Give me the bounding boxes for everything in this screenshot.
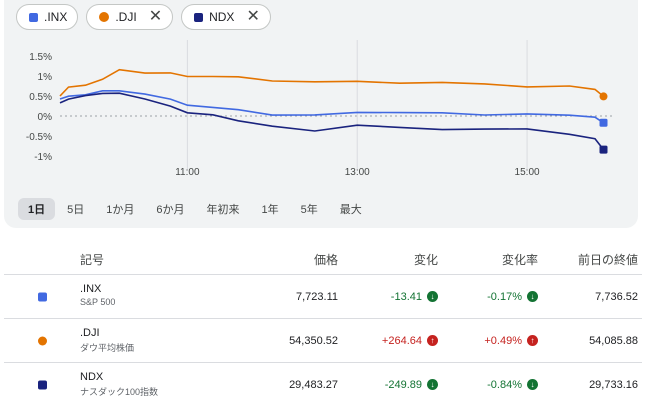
symbol-cell: .DJI ダウ平均株価 (4, 319, 237, 363)
range-selector: 1日 5日 1か月 6か月 年初来 1年 5年 最大 (18, 198, 374, 220)
change-cell: +264.64 ↑ (342, 319, 442, 363)
y-tick-label: 0% (38, 112, 53, 123)
price-cell: 29,483.27 (237, 363, 342, 406)
arrow-up-icon: ↑ (427, 335, 438, 346)
prev-close-cell: 29,733.16 (542, 363, 642, 406)
range-5d[interactable]: 5日 (57, 198, 94, 220)
y-tick-label: 1% (38, 72, 53, 83)
change-value: -249.89 (385, 379, 422, 391)
change-value: +264.64 (382, 335, 422, 347)
range-5y[interactable]: 5年 (291, 198, 328, 220)
price-chart[interactable]: 1.5% 1% 0.5% 0% -0.5% -1% 11:00 13:00 15:00 (0, 0, 648, 195)
range-max[interactable]: 最大 (330, 198, 372, 220)
symbol-name: .DJI (80, 327, 100, 339)
y-tick-label: -1% (34, 152, 52, 163)
series-end-marker (600, 92, 608, 100)
change-pct-cell: -0.84% ↓ (442, 363, 542, 406)
header-change: 変化 (342, 244, 442, 275)
change-pct-value: +0.49% (484, 335, 522, 347)
circle-marker-icon (38, 336, 47, 345)
symbol-name: .INX (80, 283, 101, 295)
series-end-marker (600, 146, 608, 154)
x-tick-label: 13:00 (345, 167, 370, 178)
change-value: -13.41 (391, 291, 422, 303)
series-line-dji (60, 70, 604, 97)
price-cell: 54,350.52 (237, 319, 342, 363)
change-cell: -13.41 ↓ (342, 275, 442, 319)
price-cell: 7,723.11 (237, 275, 342, 319)
y-tick-label: -0.5% (26, 132, 52, 143)
table-header-row: 記号 価格 変化 変化率 前日の終値 (4, 244, 642, 275)
table-row[interactable]: NDX ナスダック100指数 29,483.27 -249.89 ↓ -0.84%… (4, 363, 642, 406)
range-6m[interactable]: 6か月 (146, 198, 194, 220)
symbol-desc: ダウ平均株価 (80, 341, 134, 354)
symbol-cell: NDX ナスダック100指数 (4, 363, 237, 406)
table-row[interactable]: .INX S&P 500 7,723.11 -13.41 ↓ -0.17% ↓ 7,… (4, 275, 642, 319)
y-tick-label: 1.5% (29, 52, 52, 63)
header-symbol: 記号 (4, 244, 237, 275)
series-line-ndx (60, 93, 604, 149)
square-marker-icon (38, 380, 47, 389)
arrow-down-icon: ↓ (527, 379, 538, 390)
header-price: 価格 (237, 244, 342, 275)
change-pct-value: -0.84% (487, 379, 522, 391)
arrow-up-icon: ↑ (527, 335, 538, 346)
change-cell: -249.89 ↓ (342, 363, 442, 406)
change-pct-value: -0.17% (487, 291, 522, 303)
quotes-table: 記号 価格 変化 変化率 前日の終値 .INX S&P 500 7,723.11… (4, 244, 642, 406)
prev-close-cell: 54,085.88 (542, 319, 642, 363)
header-change-pct: 変化率 (442, 244, 542, 275)
range-1y[interactable]: 1年 (252, 198, 289, 220)
prev-close-cell: 7,736.52 (542, 275, 642, 319)
symbol-cell: .INX S&P 500 (4, 275, 237, 319)
symbol-desc: S&P 500 (80, 297, 115, 307)
symbol-name: NDX (80, 371, 103, 383)
series-line-inx (60, 91, 604, 123)
arrow-down-icon: ↓ (427, 379, 438, 390)
range-1d[interactable]: 1日 (18, 198, 55, 220)
x-tick-label: 15:00 (515, 167, 540, 178)
arrow-down-icon: ↓ (527, 291, 538, 302)
series-end-marker (600, 119, 608, 127)
square-marker-icon (38, 292, 47, 301)
header-prev-close: 前日の終値 (542, 244, 642, 275)
x-tick-label: 11:00 (175, 167, 200, 178)
arrow-down-icon: ↓ (427, 291, 438, 302)
range-ytd[interactable]: 年初来 (197, 198, 250, 220)
symbol-desc: ナスダック100指数 (80, 385, 158, 398)
change-pct-cell: -0.17% ↓ (442, 275, 542, 319)
table-row[interactable]: .DJI ダウ平均株価 54,350.52 +264.64 ↑ +0.49% ↑ 5… (4, 319, 642, 363)
y-tick-label: 0.5% (29, 92, 52, 103)
change-pct-cell: +0.49% ↑ (442, 319, 542, 363)
range-1m[interactable]: 1か月 (96, 198, 144, 220)
